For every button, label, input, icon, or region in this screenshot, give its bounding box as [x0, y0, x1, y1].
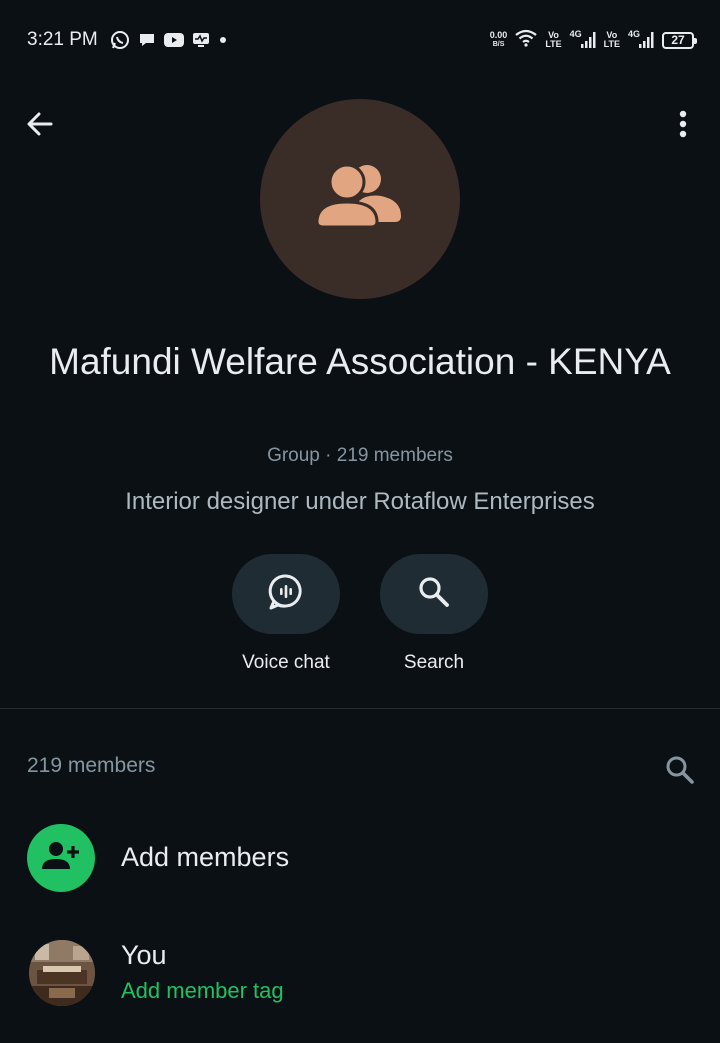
person-add-icon	[42, 841, 80, 876]
battery-level: 27	[671, 32, 685, 47]
volte-bottom: LTE	[545, 39, 562, 49]
voice-chat-pill[interactable]	[232, 554, 340, 634]
more-options-button[interactable]	[666, 108, 700, 144]
voice-chat-button[interactable]: Voice chat	[232, 554, 340, 674]
add-members-label: Add members	[121, 842, 290, 872]
signal-icon-1: 4G	[570, 29, 596, 49]
volte-indicator-2: Vo LTE	[604, 31, 620, 49]
system-icons: 0.00 B/S Vo LTE 4G Vo LTE 4G 27	[490, 27, 697, 53]
net-speed-value: 0.00	[489, 30, 508, 40]
back-button[interactable]	[22, 108, 58, 144]
message-icon	[138, 31, 156, 49]
whatsapp-icon	[110, 30, 130, 50]
search-button[interactable]: Search	[380, 554, 488, 674]
add-member-tag-link[interactable]: Add member tag	[121, 978, 284, 1004]
members-search-button[interactable]	[660, 752, 700, 792]
signal-icon-2: 4G	[628, 29, 654, 49]
group-avatar[interactable]	[260, 99, 460, 299]
voice-chat-label: Voice chat	[242, 652, 330, 673]
group-people-icon	[315, 163, 405, 235]
group-info-screen: 3:21 PM 0.00 B/S Vo LTE 4G Vo LTE 4G 27 …	[0, 0, 720, 1043]
youtube-icon	[164, 32, 184, 48]
group-meta: Group · 219 members	[267, 445, 453, 466]
section-divider	[0, 708, 720, 709]
search-icon	[664, 754, 696, 791]
volte-bottom: LTE	[603, 39, 620, 49]
battery-icon: 27	[662, 31, 697, 49]
search-icon	[417, 575, 451, 614]
group-name: Mafundi Welfare Association - KENYA	[49, 341, 671, 382]
members-count: 219 members	[27, 754, 156, 777]
activity-icon	[192, 31, 210, 49]
member-row-you[interactable]: You Add member tag	[0, 938, 720, 1010]
group-description[interactable]: Interior designer under Rotaflow Enterpr…	[0, 488, 720, 516]
search-pill[interactable]	[380, 554, 488, 634]
status-time: 3:21 PM	[27, 29, 98, 50]
net-speed: 0.00 B/S	[490, 31, 508, 49]
notification-icons	[110, 29, 228, 51]
volte-indicator-1: Vo LTE	[545, 31, 561, 49]
member-name: You	[121, 940, 167, 970]
voice-chat-icon	[267, 573, 305, 616]
dot-icon	[218, 35, 228, 45]
more-vertical-icon	[679, 110, 687, 143]
wifi-icon	[515, 29, 537, 52]
net-speed-unit: B/S	[492, 41, 505, 48]
add-members-avatar	[27, 824, 95, 892]
status-bar: 3:21 PM 0.00 B/S Vo LTE 4G Vo LTE 4G 27	[0, 0, 720, 80]
search-label: Search	[403, 652, 465, 673]
avatar	[29, 940, 95, 1006]
add-members-row[interactable]: Add members	[0, 822, 720, 894]
arrow-left-icon	[25, 109, 55, 144]
